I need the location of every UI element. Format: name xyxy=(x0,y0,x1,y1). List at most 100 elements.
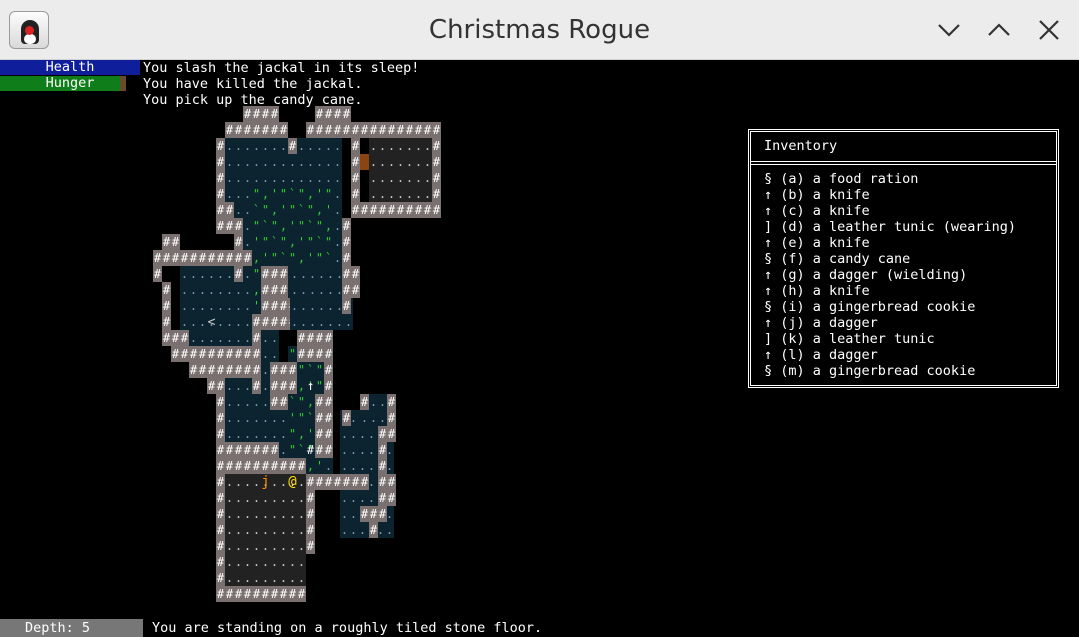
grass-glyph: ' xyxy=(262,251,269,265)
grass-glyph: ' xyxy=(271,187,278,201)
inventory-item[interactable]: § (m) a gingerbread cookie xyxy=(764,363,1016,379)
wall-glyph: # xyxy=(226,443,234,457)
floor-glyph: . xyxy=(262,507,269,521)
grass-glyph: ` xyxy=(307,219,314,233)
wall-glyph: # xyxy=(298,459,306,473)
wall-glyph: # xyxy=(244,123,252,137)
floor-glyph: . xyxy=(334,187,341,201)
wall-glyph: # xyxy=(235,347,243,361)
floor-glyph: . xyxy=(388,155,395,169)
wall-glyph: # xyxy=(289,139,297,153)
floor-glyph: . xyxy=(253,555,260,569)
floor-glyph: . xyxy=(309,267,316,281)
wall-glyph: # xyxy=(217,139,225,153)
inventory-item[interactable]: § (i) a gingerbread cookie xyxy=(764,299,1016,315)
floor-glyph: . xyxy=(253,475,260,489)
inventory-item[interactable]: ↑ (e) a knife xyxy=(764,235,1016,251)
minimize-button[interactable] xyxy=(933,14,965,46)
floor-glyph: . xyxy=(244,539,251,553)
wall-glyph: # xyxy=(217,539,225,553)
wall-glyph: # xyxy=(307,491,315,505)
wall-glyph: # xyxy=(352,187,360,201)
floor-glyph: . xyxy=(235,555,242,569)
floor-glyph: . xyxy=(334,155,341,169)
floor-glyph: . xyxy=(350,427,357,441)
grass-glyph: ' xyxy=(253,299,260,313)
floor-glyph: . xyxy=(336,315,343,329)
wall-glyph: # xyxy=(316,427,324,441)
floor-glyph: . xyxy=(280,539,287,553)
wall-glyph: # xyxy=(199,363,207,377)
floor-glyph: . xyxy=(415,155,422,169)
floor-glyph: . xyxy=(244,571,251,585)
grass-glyph: , xyxy=(298,379,305,393)
floor-glyph: . xyxy=(226,315,233,329)
wall-glyph: # xyxy=(316,475,324,489)
floor-glyph: . xyxy=(244,507,251,521)
wall-glyph: # xyxy=(289,363,297,377)
floor-glyph: . xyxy=(368,427,375,441)
floor-glyph: . xyxy=(235,523,242,537)
floor-glyph: . xyxy=(415,139,422,153)
floor-glyph: . xyxy=(181,283,188,297)
wall-glyph: # xyxy=(154,267,162,281)
wall-glyph: # xyxy=(253,443,261,457)
floor-glyph: . xyxy=(190,331,197,345)
wall-glyph: # xyxy=(217,187,225,201)
floor-glyph: . xyxy=(406,155,413,169)
inventory-item[interactable]: ↑ (j) a dagger xyxy=(764,315,1016,331)
inventory-item[interactable]: § (a) a food ration xyxy=(764,171,1016,187)
floor-glyph: . xyxy=(199,283,206,297)
wall-glyph: # xyxy=(226,219,234,233)
inventory-item[interactable]: ↑ (g) a dagger (wielding) xyxy=(764,267,1016,283)
grass-glyph: " xyxy=(262,235,269,249)
maximize-button[interactable] xyxy=(983,14,1015,46)
grass-glyph: " xyxy=(253,219,260,233)
floor-glyph: . xyxy=(226,427,233,441)
floor-glyph: . xyxy=(235,299,242,313)
depth-indicator: Depth: 5 xyxy=(0,619,143,637)
floor-glyph: . xyxy=(244,379,251,393)
floor-glyph: . xyxy=(397,139,404,153)
floor-glyph: . xyxy=(370,395,377,409)
inventory-item[interactable]: ↑ (l) a dagger xyxy=(764,347,1016,363)
grass-glyph: " xyxy=(307,235,314,249)
wall-glyph: # xyxy=(280,459,288,473)
close-button[interactable] xyxy=(1033,14,1065,46)
inventory-panel: Inventory § (a) a food ration ↑ (b) a kn… xyxy=(748,129,1059,388)
inventory-item[interactable]: ↑ (h) a knife xyxy=(764,283,1016,299)
wall-glyph: # xyxy=(415,123,423,137)
floor-glyph: . xyxy=(280,555,287,569)
player-glyph: @ xyxy=(288,474,297,490)
floor-glyph: . xyxy=(280,443,287,457)
game-viewport[interactable]: ....... #................................… xyxy=(0,60,1079,637)
inventory-item[interactable]: ↑ (c) a knife xyxy=(764,203,1016,219)
wall-glyph: # xyxy=(154,251,162,265)
hunger-bar-remainder xyxy=(120,76,127,91)
floor-glyph: . xyxy=(217,283,224,297)
wall-glyph: # xyxy=(316,347,324,361)
floor-glyph: . xyxy=(262,155,269,169)
floor-glyph: . xyxy=(300,299,307,313)
wall-glyph: # xyxy=(226,347,234,361)
floor-glyph: . xyxy=(291,299,298,313)
floor-glyph: . xyxy=(289,507,296,521)
wall-glyph: # xyxy=(217,171,225,185)
wall-glyph: # xyxy=(262,315,270,329)
wall-glyph: # xyxy=(289,379,297,393)
wall-glyph: # xyxy=(262,459,270,473)
wall-glyph: # xyxy=(253,363,261,377)
inventory-item[interactable]: ] (k) a leather tunic xyxy=(764,331,1016,347)
wall-glyph: # xyxy=(280,395,288,409)
inventory-item[interactable]: § (f) a candy cane xyxy=(764,251,1016,267)
floor-glyph: . xyxy=(359,443,366,457)
wall-glyph: # xyxy=(271,107,279,121)
inventory-item[interactable]: ↑ (b) a knife xyxy=(764,187,1016,203)
door-tile xyxy=(360,154,369,170)
floor-glyph: . xyxy=(235,155,242,169)
wall-glyph: # xyxy=(307,507,315,521)
floor-glyph: . xyxy=(388,171,395,185)
inventory-item[interactable]: ] (d) a leather tunic (wearing) xyxy=(764,219,1016,235)
floor-glyph: . xyxy=(298,523,305,537)
floor-glyph: . xyxy=(226,331,233,345)
